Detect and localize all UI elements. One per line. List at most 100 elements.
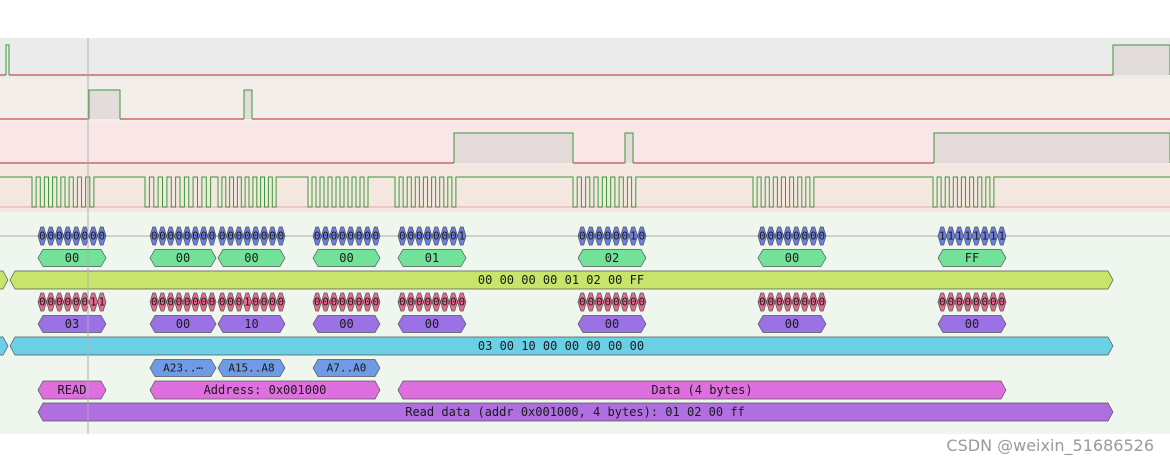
miso-bit-label: 1	[90, 296, 97, 309]
mosi-byte-label: 00	[785, 251, 799, 265]
miso-bit-label: 0	[364, 296, 371, 309]
miso-bit-label: 0	[579, 296, 586, 309]
miso-byte-label: 00	[176, 317, 190, 331]
mosi-bit-label: 0	[269, 230, 276, 243]
miso-byte-label: 10	[244, 317, 258, 331]
miso-bit-label: 0	[604, 296, 611, 309]
mosi-bit-label: 0	[450, 230, 457, 243]
miso-bit-label: 0	[638, 296, 645, 309]
mosi-bit-label: 0	[261, 230, 268, 243]
mosi-bit-label: 0	[818, 230, 825, 243]
mosi-bit-label: 0	[810, 230, 817, 243]
channel-row-1-bg	[0, 38, 1170, 78]
mosi-bit-label: 1	[956, 230, 963, 243]
miso-bit-label: 0	[192, 296, 199, 309]
miso-bit-label: 0	[990, 296, 997, 309]
miso-bit-label: 0	[81, 296, 88, 309]
mosi-bit-label: 0	[339, 230, 346, 243]
mosi-bit-label: 0	[416, 230, 423, 243]
miso-bit-label: 0	[39, 296, 46, 309]
mosi-bit-label: 0	[322, 230, 329, 243]
mosi-bit-label: 0	[98, 230, 105, 243]
mosi-bit-label: 0	[244, 230, 251, 243]
mosi-bit-label: 0	[579, 230, 586, 243]
mosi-bit-label: 0	[331, 230, 338, 243]
address-label: Address: 0x001000	[204, 383, 327, 397]
miso-bit-label: 1	[244, 296, 251, 309]
miso-bit-label: 0	[981, 296, 988, 309]
mosi-bit-label: 0	[347, 230, 354, 243]
miso-bit-label: 0	[587, 296, 594, 309]
miso-byte-label: 00	[785, 317, 799, 331]
address-field-label: A23..⋯	[163, 362, 203, 375]
miso-bit-label: 0	[776, 296, 783, 309]
miso-bit-label: 0	[964, 296, 971, 309]
mosi-bit-label: 0	[278, 230, 285, 243]
miso-bit-label: 0	[956, 296, 963, 309]
command-label: READ	[58, 383, 87, 397]
mosi-bit-label: 0	[767, 230, 774, 243]
mosi-bit-label: 0	[90, 230, 97, 243]
mosi-bit-label: 0	[227, 230, 234, 243]
mosi-bit-label: 0	[399, 230, 406, 243]
address-field-label: A7..A0	[327, 362, 367, 375]
miso-bit-label: 0	[373, 296, 380, 309]
mosi-byte-label: 00	[65, 251, 79, 265]
mosi-bit-label: 0	[47, 230, 54, 243]
miso-bit-label: 0	[252, 296, 259, 309]
read-transaction-label: Read data (addr 0x001000, 4 bytes): 01 0…	[405, 405, 745, 419]
mosi-bit-label: 1	[630, 230, 637, 243]
miso-bit-label: 0	[47, 296, 54, 309]
miso-bit-label: 0	[167, 296, 174, 309]
miso-bit-label: 0	[793, 296, 800, 309]
mosi-bit-label: 1	[990, 230, 997, 243]
mosi-bit-label: 0	[587, 230, 594, 243]
mosi-bit-label: 0	[219, 230, 226, 243]
miso-bit-label: 0	[151, 296, 158, 309]
mosi-bit-label: 0	[314, 230, 321, 243]
mosi-bit-label: 0	[596, 230, 603, 243]
miso-bit-label: 0	[458, 296, 465, 309]
miso-transfer-label: 03 00 10 00 00 00 00 00	[478, 339, 644, 353]
miso-bit-label: 0	[339, 296, 346, 309]
miso-bit-label: 0	[973, 296, 980, 309]
mosi-bit-label: 0	[638, 230, 645, 243]
mosi-bit-label: 0	[759, 230, 766, 243]
mosi-transfer-label: 00 00 00 00 01 02 00 FF	[478, 273, 644, 287]
miso-bit-label: 0	[621, 296, 628, 309]
mosi-bit-label: 0	[159, 230, 166, 243]
mosi-bit-label: 0	[192, 230, 199, 243]
mosi-bit-label: 0	[621, 230, 628, 243]
mosi-bit-label: 0	[64, 230, 71, 243]
mosi-bit-label: 0	[776, 230, 783, 243]
miso-bit-label: 0	[331, 296, 338, 309]
mosi-bit-label: 0	[151, 230, 158, 243]
miso-bit-label: 0	[767, 296, 774, 309]
miso-bit-label: 0	[269, 296, 276, 309]
mosi-bit-label: 0	[236, 230, 243, 243]
miso-bit-label: 0	[441, 296, 448, 309]
mosi-bit-label: 0	[184, 230, 191, 243]
miso-bit-label: 0	[227, 296, 234, 309]
miso-bit-label: 0	[73, 296, 80, 309]
mosi-bit-label: 1	[973, 230, 980, 243]
miso-bit-label: 0	[209, 296, 216, 309]
mosi-bit-label: 0	[167, 230, 174, 243]
mosi-bit-label: 0	[252, 230, 259, 243]
mosi-bit-label: 0	[613, 230, 620, 243]
miso-bit-label: 0	[347, 296, 354, 309]
mosi-bit-label: 1	[998, 230, 1005, 243]
mosi-bit-label: 0	[784, 230, 791, 243]
logic-analyzer-trace-view[interactable]: 0000000000000000000000000000000000000001…	[0, 0, 1170, 466]
mosi-bit-label: 1	[947, 230, 954, 243]
mosi-bit-label: 0	[373, 230, 380, 243]
miso-byte-label: 00	[425, 317, 439, 331]
address-field-label: A15..A8	[228, 362, 274, 375]
mosi-byte-label: 00	[176, 251, 190, 265]
mosi-bit-label: 1	[458, 230, 465, 243]
miso-bit-label: 0	[433, 296, 440, 309]
mosi-bit-label: 0	[81, 230, 88, 243]
mosi-bit-label: 0	[73, 230, 80, 243]
miso-byte-label: 00	[605, 317, 619, 331]
miso-bit-label: 0	[407, 296, 414, 309]
